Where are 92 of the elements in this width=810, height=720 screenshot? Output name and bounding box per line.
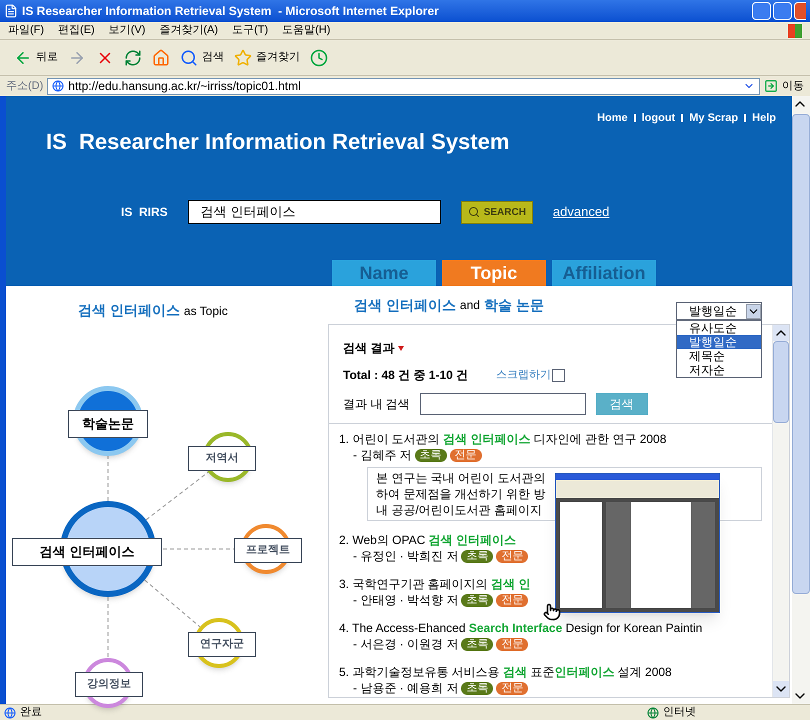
search-label: IS RIRS (121, 204, 168, 221)
toolbar-button[interactable]: 뒤로 (14, 48, 58, 66)
sort-option[interactable]: 발행일순 (677, 335, 761, 349)
page-icon (4, 706, 16, 718)
abstract-button[interactable]: 초록 (414, 448, 447, 462)
scroll-down-icon[interactable] (773, 681, 789, 697)
clock-icon (310, 48, 328, 66)
connector-line (146, 472, 209, 520)
site-title: IS Researcher Information Retrieval System (46, 128, 510, 156)
internet-zone-icon (647, 706, 659, 718)
result-title[interactable]: 5. 과학기술정보유통 서비스용 검색 표준인터페이스 설계 2008 (339, 665, 762, 679)
topic-node-label[interactable]: 강의정보 (75, 672, 143, 696)
status-zone: 인터넷 (663, 705, 696, 720)
dropdown-icon (746, 304, 761, 318)
sort-option[interactable]: 유사도순 (677, 321, 761, 335)
result-authors: - 유정인 · 박희진 저 (353, 548, 458, 565)
address-field[interactable]: http://edu.hansung.ac.kr/~irriss/topic01.html (47, 78, 760, 94)
abstract-line: 하여 문제점을 개선하기 위한 방 (376, 486, 546, 502)
abstract-button[interactable]: 초록 (461, 682, 494, 694)
result-title[interactable]: 3. 국학연구기관 홈페이지의 검색 인 (339, 577, 762, 591)
maximize-button[interactable] (773, 2, 792, 20)
toolbar-button[interactable]: 검색 (180, 48, 224, 66)
abstract-button[interactable]: 초록 (461, 594, 494, 606)
results-term: 검색 인터페이스 (354, 296, 456, 314)
results-joiner: and (460, 297, 480, 314)
scrap-label: 스크랩하기 (496, 368, 552, 383)
hand-cursor-icon (543, 603, 561, 621)
window-title: IS Researcher Information Retrieval System - Microsoft Internet Explorer (22, 3, 439, 20)
result-authors: - 김혜주 저 (353, 447, 412, 464)
toolbar-button[interactable] (152, 48, 170, 66)
toolbar-button[interactable] (124, 48, 142, 66)
scroll-thumb[interactable] (792, 114, 810, 594)
menu-item[interactable]: 즐겨찾기(A) (159, 22, 218, 39)
menu-item[interactable]: 편집(E) (58, 22, 95, 39)
search-within-field[interactable] (420, 393, 586, 415)
topic-node-label[interactable]: 연구자군 (188, 632, 256, 656)
sort-option[interactable]: 저자순 (677, 363, 761, 377)
abstract-line: 내 공공/어린이도서관 홈페이지 (376, 502, 544, 518)
menu-item[interactable]: 파일(F) (8, 22, 44, 39)
search-button[interactable]: SEARCH (460, 200, 533, 224)
menu-item[interactable]: 보기(V) (108, 22, 146, 39)
header-link[interactable]: logout (642, 110, 676, 126)
results-total: Total : 48 건 중 1-10 건 (343, 367, 468, 384)
star-icon (234, 48, 252, 66)
search-field[interactable]: 검색 인터페이스 (188, 200, 441, 224)
search-icon (180, 48, 198, 66)
topic-suffix: as Topic (184, 303, 228, 320)
search-icon (468, 206, 480, 218)
minimize-button[interactable] (752, 2, 771, 20)
topic-node-label[interactable]: 프로젝트 (234, 538, 302, 562)
topic-node-label[interactable]: 저역서 (188, 446, 256, 470)
dropdown-triangle-icon (398, 346, 404, 350)
search-within-label: 결과 내 검색 (343, 396, 410, 413)
page-icon (52, 80, 64, 92)
result-authors: - 남용준 · 예용희 저 (353, 680, 458, 697)
windows-flag-icon (788, 24, 802, 38)
home-icon (152, 48, 170, 66)
scrap-checkbox[interactable] (552, 368, 566, 382)
ie-page-icon (4, 4, 18, 18)
result-authors: - 안태영 · 박석향 저 (353, 592, 458, 609)
sort-dropdown[interactable]: 발행일순 (676, 302, 762, 320)
results-title: 검색 결과 (343, 340, 394, 357)
window-scrollbar[interactable] (792, 96, 810, 704)
result-authors: - 서은경 · 이원경 저 (353, 636, 458, 653)
result-title[interactable]: 4. The Access-Ehanced Search Interface Design for Korean Paintin (339, 621, 762, 635)
scroll-thumb[interactable] (773, 341, 789, 423)
topic-node-label[interactable]: 검색 인터페이스 (12, 538, 162, 566)
header-link[interactable]: My Scrap (689, 110, 738, 126)
abstract-button[interactable]: 초록 (461, 638, 494, 650)
results-category: 학술 논문 (484, 296, 544, 314)
go-button[interactable]: 이동 (764, 78, 804, 94)
header-link[interactable]: Home (597, 110, 628, 126)
advanced-link[interactable]: advanced (552, 202, 610, 222)
sort-option[interactable]: 제목순 (677, 349, 761, 363)
abstract-line: 본 연구는 국내 어린이 도서관의 (376, 470, 546, 486)
scroll-up-icon[interactable] (773, 325, 789, 341)
topic-node-label[interactable]: 학술논문 (68, 410, 148, 438)
topic-term: 검색 인터페이스 (78, 301, 180, 320)
menu-item[interactable]: 도구(T) (232, 22, 268, 39)
menu-item[interactable]: 도움말(H) (282, 22, 330, 39)
refresh-icon (124, 48, 142, 66)
abstract-button[interactable]: 초록 (461, 550, 494, 562)
address-label: 주소(D) (6, 78, 44, 94)
close-button[interactable] (794, 2, 806, 20)
scrollbar[interactable] (772, 325, 789, 697)
result-title[interactable]: 2. Web의 OPAC 검색 인터페이스 (339, 533, 762, 547)
toolbar-button[interactable] (310, 48, 328, 66)
toolbar-button[interactable]: 즐겨찾기 (234, 48, 300, 66)
connector-line (144, 580, 200, 628)
status-text: 완료 (20, 705, 42, 720)
result-title[interactable]: 1. 어린이 도서관의 검색 인터페이스 디자인에 관한 연구 2008 (339, 432, 762, 446)
header-link[interactable]: Help (752, 110, 776, 126)
